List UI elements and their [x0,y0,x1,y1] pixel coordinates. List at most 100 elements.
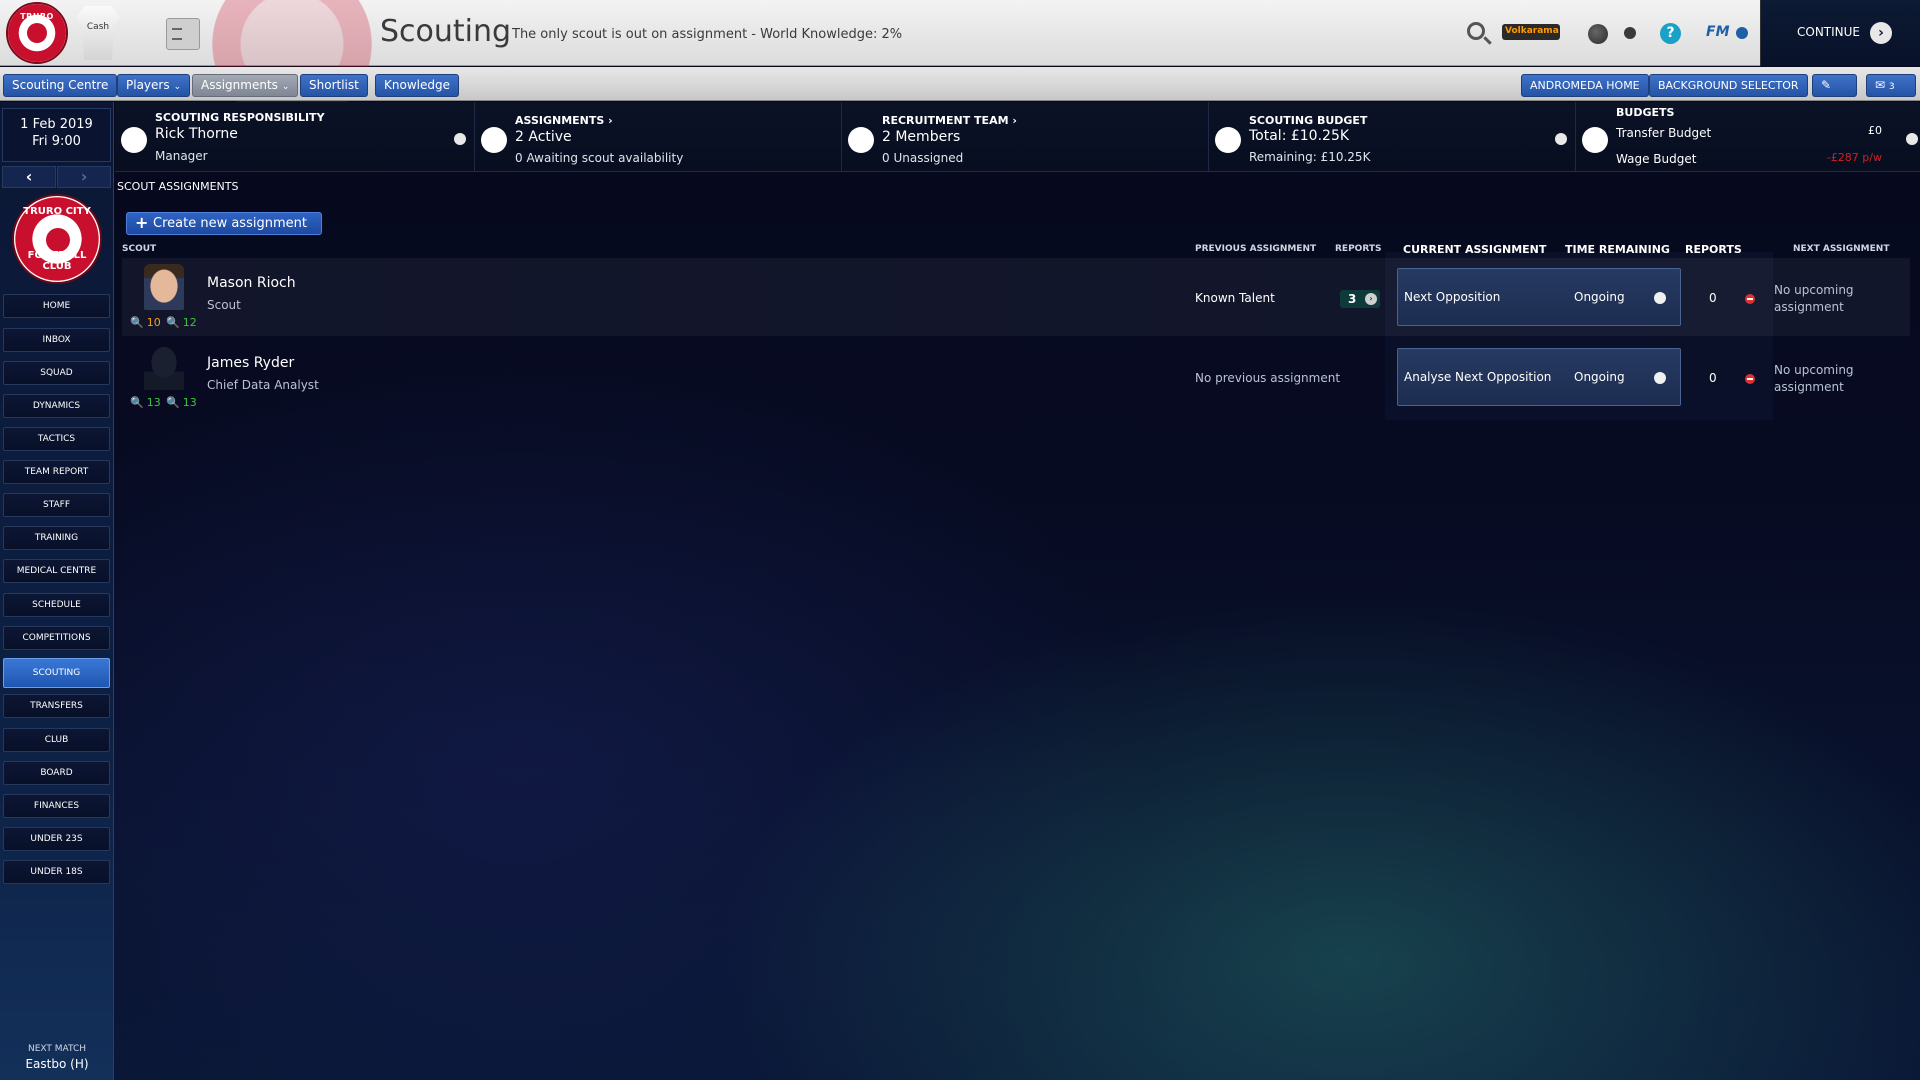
sidebar-item-medical-centre[interactable]: MEDICAL CENTRE [3,559,110,583]
sidebar-item-schedule[interactable]: SCHEDULE [3,593,110,617]
col-header-previous-assignment[interactable]: PREVIOUS ASSIGNMENT [1195,244,1316,254]
continue-label: CONTINUE [1797,25,1861,39]
andromeda-home-button[interactable]: ANDROMEDA HOME [1521,74,1649,97]
help-icon[interactable]: ? [1660,23,1681,44]
assignments-panel[interactable]: ASSIGNMENTS › 2 Active 0 Awaiting scout … [475,102,842,172]
search-icon[interactable] [1467,22,1485,40]
table-row[interactable]: 🔍 13 🔍 13 James Ryder Chief Data Analyst N… [122,338,1910,416]
sidebar-item-inbox[interactable]: INBOX [3,328,110,352]
col-header-time-remaining[interactable]: TIME REMAINING [1565,243,1670,256]
panel-header: SCOUTING RESPONSIBILITY [155,111,325,124]
scouting-responsibility-panel[interactable]: SCOUTING RESPONSIBILITY Rick Thorne Mana… [115,102,475,172]
judging-ability-rating: 🔍 10 [130,316,161,329]
recruitment-team-panel[interactable]: RECRUITMENT TEAM › 2 Members 0 Unassigne… [842,102,1209,172]
dropdown-icon[interactable] [1555,133,1567,145]
club-crest-logo[interactable]: TRURO CITY [6,2,68,64]
crest-bottom-text: FOOTBALL CLUB [27,250,87,272]
scout-name[interactable]: James Ryder [207,355,294,371]
sidebar-item-competitions[interactable]: COMPETITIONS [3,626,110,650]
crest-core [46,228,70,252]
col-header-next-assignment[interactable]: NEXT ASSIGNMENT [1793,244,1889,254]
chevron-down-icon [1654,292,1666,304]
col-header-current-assignment[interactable]: CURRENT ASSIGNMENT [1403,243,1546,256]
stepper-line-bottom [172,38,182,40]
remove-assignment-icon[interactable] [1745,294,1755,304]
sidebar-item-squad[interactable]: SQUAD [3,361,110,385]
globe-dropdown-icon[interactable] [1624,27,1636,39]
sponsor-logo[interactable]: Volkarama [1502,24,1560,40]
tab-label: Knowledge [384,78,450,92]
sidebar-item-finances[interactable]: FINANCES [3,794,110,818]
edit-skin-button[interactable]: ✎ [1812,74,1857,97]
sidebar-item-board[interactable]: BOARD [3,761,110,785]
sidebar-item-home[interactable]: HOME [3,294,110,318]
chevron-down-icon: ⌄ [281,82,290,92]
sidebar-item-staff[interactable]: STAFF [3,493,110,517]
create-assignment-button[interactable]: + Create new assignment [126,212,322,235]
pencil-icon: ✎ [1821,78,1832,92]
previous-reports-button[interactable]: 3 › [1340,290,1380,308]
forward-button[interactable]: › [57,166,111,188]
fm-dropdown-icon[interactable] [1736,27,1748,39]
globe-icon[interactable] [1588,24,1608,44]
panel-main: 2 Members [882,129,961,145]
col-header-scout[interactable]: SCOUT [122,244,156,254]
date-display[interactable]: 1 Feb 2019 Fri 9:00 [2,108,111,162]
shirt-icon[interactable]: Cash [76,6,120,60]
transfer-budget-label: Transfer Budget [1616,126,1712,140]
current-assignment-dropdown[interactable]: Next Opposition Ongoing [1397,268,1681,326]
background-selector-button[interactable]: BACKGROUND SELECTOR [1649,74,1808,97]
continue-button[interactable]: CONTINUE › [1760,0,1920,66]
magnifier-icon: 🔍 [166,396,180,409]
judging-ability-value: 10 [146,316,161,329]
messages-count: 3 [1888,82,1895,92]
tab-scouting-centre[interactable]: Scouting Centre [3,74,118,97]
back-button[interactable]: ‹ [2,166,56,188]
scout-portrait[interactable] [144,264,184,310]
judging-potential-rating: 🔍 12 [166,316,197,329]
tab-players[interactable]: Players ⌄ [117,74,191,97]
dropdown-icon[interactable] [1906,133,1918,145]
remove-assignment-icon[interactable] [1745,374,1755,384]
sidebar-item-under-18s[interactable]: UNDER 18S [3,860,110,884]
sidebar-item-scouting[interactable]: SCOUTING [3,658,110,688]
sidebar-item-under-23s[interactable]: UNDER 23S [3,827,110,851]
sidebar-item-team-report[interactable]: TEAM REPORT [3,460,110,484]
sidebar-item-tactics[interactable]: TACTICS [3,427,110,451]
scout-portrait[interactable] [144,344,184,390]
next-assignment: No upcoming assignment [1774,283,1854,314]
sidebar: 1 Feb 2019 Fri 9:00 ‹ › TRURO CITY FOOTB… [0,102,114,1080]
next-match-value[interactable]: Eastbo (H) [0,1057,114,1071]
sidebar-item-dynamics[interactable]: DYNAMICS [3,394,110,418]
panel-header: RECRUITMENT TEAM › [882,114,1017,127]
tab-shortlist[interactable]: Shortlist [300,74,368,97]
tab-knowledge[interactable]: Knowledge [375,74,459,97]
next-match-label: NEXT MATCH [27,1044,87,1054]
col-header-current-reports[interactable]: REPORTS [1685,243,1742,256]
sidebar-item-transfers[interactable]: TRANSFERS [3,694,110,718]
sidebar-item-training[interactable]: TRAINING [3,526,110,550]
budgets-icon [1582,127,1608,153]
tab-assignments[interactable]: Assignments ⌄ [192,74,299,97]
tab-label: Players [126,78,170,92]
scout-name[interactable]: Mason Rioch [207,275,296,291]
sidebar-club-crest[interactable]: TRURO CITY FOOTBALL CLUB [12,194,102,284]
current-assignment-dropdown[interactable]: Analyse Next Opposition Ongoing [1397,348,1681,406]
next-assignment: No upcoming assignment [1774,363,1854,394]
budgets-panel[interactable]: BUDGETS Transfer Budget £0 Wage Budget -… [1576,102,1920,172]
col-header-reports[interactable]: REPORTS [1335,244,1381,254]
panel-header: SCOUTING BUDGET [1249,114,1368,127]
sidebar-item-club[interactable]: CLUB [3,728,110,752]
stepper-control[interactable] [166,18,200,50]
previous-assignment: Known Talent [1195,291,1275,305]
crest-core [27,23,47,43]
table-row[interactable]: 🔍 10 🔍 12 Mason Rioch Scout Known Talent 3… [122,258,1910,336]
current-assignment-name: Analyse Next Opposition [1404,370,1552,384]
budget-icon [1215,127,1241,153]
panel-header: ASSIGNMENTS › [515,114,613,127]
dropdown-icon[interactable] [454,133,466,145]
messages-button[interactable]: ✉ 3 [1866,74,1916,97]
panel-sub: 0 Awaiting scout availability [515,151,684,165]
scouting-budget-panel[interactable]: SCOUTING BUDGET Total: £10.25K Remaining… [1209,102,1576,172]
fm-logo[interactable]: FM [1706,24,1730,40]
